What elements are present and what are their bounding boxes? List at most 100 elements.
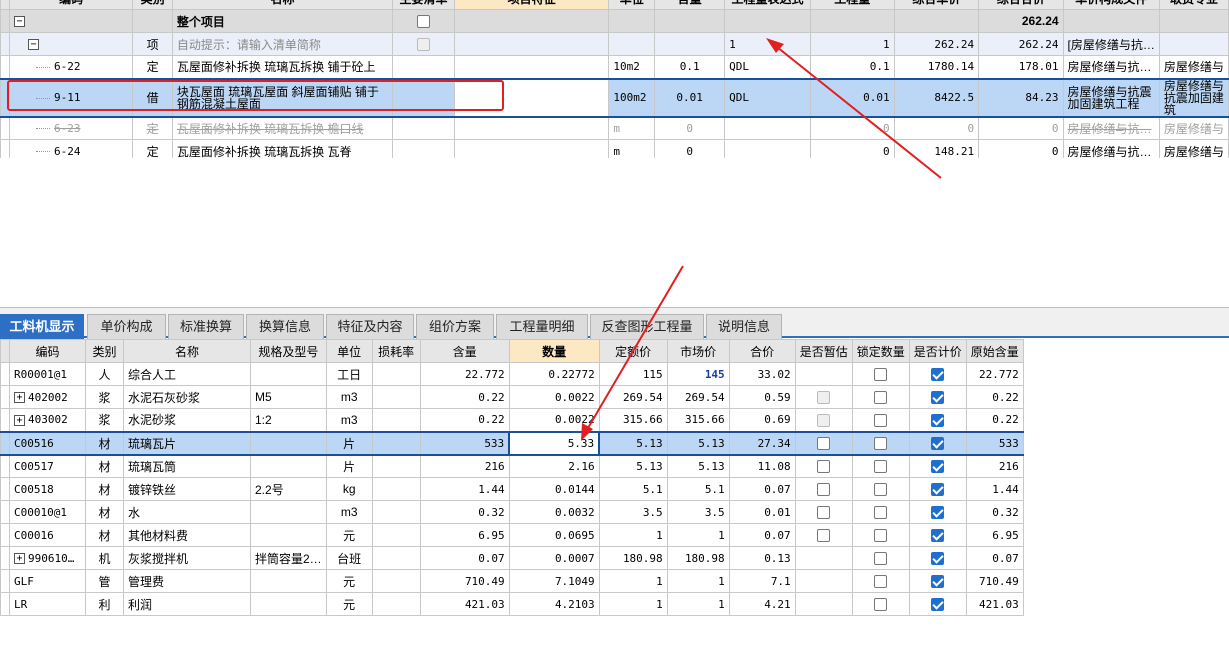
- quota-expression[interactable]: QDL: [724, 77, 811, 118]
- col-header-fee-category[interactable]: 取费专业: [1158, 0, 1229, 10]
- col-header-price-file[interactable]: 单价构成文件: [1062, 0, 1160, 10]
- item-expression[interactable]: 1: [724, 32, 811, 56]
- resource-name[interactable]: 水泥石灰砂浆: [123, 385, 251, 409]
- resource-spec[interactable]: [250, 430, 327, 456]
- resource-row[interactable]: +402002 浆水泥石灰砂浆 M5 m3 0.22 0.0022 269.54 269.54…: [0, 385, 1024, 409]
- is-priced-checkbox[interactable]: [931, 575, 945, 589]
- resource-market-price[interactable]: 5.1: [666, 477, 730, 501]
- item-name-hint[interactable]: 自动提示：请输入清单简称: [171, 32, 394, 56]
- resource-quantity[interactable]: 0.0032: [508, 500, 600, 524]
- resource-quantity[interactable]: 7.1049: [508, 569, 600, 593]
- resource-market-price[interactable]: 5.13: [666, 454, 730, 478]
- col-header-quota-price[interactable]: 定额价: [598, 339, 668, 363]
- is-estimate-checkbox[interactable]: [817, 413, 831, 427]
- col-header-loss-rate[interactable]: 损耗率: [371, 339, 421, 363]
- col-header-main-list[interactable]: 主要清单: [392, 0, 455, 10]
- tab-conversion-info[interactable]: 换算信息: [246, 314, 324, 339]
- resource-spec[interactable]: [250, 362, 327, 386]
- expand-toggle[interactable]: +: [14, 553, 25, 564]
- col-header-code[interactable]: 编码: [8, 0, 134, 10]
- col-header-expression[interactable]: 工程量表达式: [724, 0, 811, 10]
- col-header-quantity[interactable]: 工程量: [809, 0, 895, 10]
- col-header-unit-price[interactable]: 综合单价: [893, 0, 980, 10]
- resource-loss-rate[interactable]: [371, 546, 421, 570]
- col-header-is-priced[interactable]: 是否计价: [908, 339, 967, 363]
- resource-quantity[interactable]: 0.0144: [508, 477, 600, 501]
- quota-expression[interactable]: [724, 116, 811, 140]
- is-estimate-checkbox[interactable]: [817, 483, 831, 497]
- is-priced-checkbox[interactable]: [931, 368, 945, 382]
- resource-content[interactable]: 0.32: [419, 500, 510, 524]
- resource-quantity[interactable]: 0.0022: [508, 385, 600, 409]
- is-estimate-checkbox[interactable]: [817, 391, 831, 405]
- resource-content[interactable]: 0.22: [419, 385, 510, 409]
- main-list-checkbox[interactable]: [417, 38, 431, 52]
- is-estimate-checkbox[interactable]: [817, 437, 831, 451]
- resource-row[interactable]: LR 利利润元 421.03 4.2103 1 1 4.21 421.03: [0, 592, 1024, 616]
- quota-row[interactable]: 6-24 定 瓦屋面修补拆换 琉璃瓦拆换 瓦脊 m 0 0 148.21 0 房…: [0, 139, 1229, 158]
- is-priced-checkbox[interactable]: [931, 391, 945, 405]
- resource-spec[interactable]: 2.2号: [250, 477, 327, 501]
- resource-market-price[interactable]: 1: [666, 592, 730, 616]
- quota-expression[interactable]: [724, 139, 811, 158]
- is-priced-checkbox[interactable]: [931, 483, 945, 497]
- resource-row[interactable]: R00001@1 人综合人工 工日 22.772 0.22772 115 145 33.02 2…: [0, 362, 1024, 386]
- quota-name[interactable]: 瓦屋面修补拆换 琉璃瓦拆换 铺于砼上: [171, 55, 394, 79]
- resource-spec[interactable]: [250, 454, 327, 478]
- tab-description-info[interactable]: 说明信息: [706, 314, 782, 339]
- resource-loss-rate[interactable]: [371, 454, 421, 478]
- col-header-total-price[interactable]: 综合合价: [978, 0, 1064, 10]
- is-priced-checkbox[interactable]: [931, 598, 945, 612]
- resource-content[interactable]: 6.95: [419, 523, 510, 547]
- resource-market-price[interactable]: 3.5: [666, 500, 730, 524]
- tab-standard-conversion[interactable]: 标准换算: [168, 314, 244, 339]
- resource-name[interactable]: 灰浆搅拌机: [123, 546, 251, 570]
- quota-name[interactable]: 块瓦屋面 琉璃瓦屋面 斜屋面铺贴 铺于钢筋混凝土屋面: [171, 77, 394, 118]
- col-header-unit[interactable]: 单位: [325, 339, 373, 363]
- resource-content[interactable]: 0.07: [419, 546, 510, 570]
- resource-market-price[interactable]: 1: [666, 569, 730, 593]
- resource-row[interactable]: C00516 材琉璃瓦片片 533 5.33 5.13 5.13 27.34 533: [0, 430, 1024, 456]
- resource-name[interactable]: 利润: [123, 592, 251, 616]
- col-header-is-estimate[interactable]: 是否暂估: [794, 339, 853, 363]
- tab-features-contents[interactable]: 特征及内容: [326, 314, 414, 339]
- resource-name[interactable]: 琉璃瓦片: [123, 430, 251, 456]
- resource-spec[interactable]: 1:2: [250, 408, 327, 432]
- tab-unit-price-composition[interactable]: 单价构成: [87, 314, 166, 339]
- is-estimate-checkbox[interactable]: [817, 460, 831, 474]
- resource-quantity[interactable]: 0.0007: [508, 546, 600, 570]
- is-priced-checkbox[interactable]: [931, 460, 945, 474]
- resource-name[interactable]: 琉璃瓦筒: [123, 454, 251, 478]
- tab-quantity-details[interactable]: 工程量明细: [496, 314, 588, 339]
- lock-quantity-checkbox[interactable]: [874, 391, 888, 405]
- resource-row[interactable]: +403002 浆水泥砂浆 1:2 m3 0.22 0.0022 315.66 315.66 0…: [0, 408, 1024, 432]
- resource-name[interactable]: 镀锌铁丝: [123, 477, 251, 501]
- quota-expression[interactable]: QDL: [724, 55, 811, 79]
- col-header-unit[interactable]: 单位: [608, 0, 656, 10]
- resource-loss-rate[interactable]: [371, 408, 421, 432]
- resource-content[interactable]: 710.49: [419, 569, 510, 593]
- resource-content[interactable]: 533: [419, 430, 510, 456]
- resource-row[interactable]: C00518 材镀锌铁丝 2.2号 kg 1.44 0.0144 5.1 5.1 0.07 1.4…: [0, 477, 1024, 501]
- lock-quantity-checkbox[interactable]: [874, 552, 888, 566]
- resource-market-price[interactable]: 145: [666, 362, 730, 386]
- collapse-toggle[interactable]: −: [14, 16, 25, 28]
- lock-quantity-checkbox[interactable]: [874, 506, 888, 520]
- resource-name[interactable]: 水: [123, 500, 251, 524]
- resource-loss-rate[interactable]: [371, 362, 421, 386]
- resource-spec[interactable]: [250, 569, 327, 593]
- is-estimate-checkbox[interactable]: [817, 506, 831, 520]
- resource-market-price[interactable]: 5.13: [666, 430, 730, 456]
- resource-name[interactable]: 综合人工: [123, 362, 251, 386]
- resource-content[interactable]: 22.772: [419, 362, 510, 386]
- lock-quantity-checkbox[interactable]: [874, 598, 888, 612]
- quota-row[interactable]: 6-22 定 瓦屋面修补拆换 琉璃瓦拆换 铺于砼上 10m2 0.1 QDL 0…: [0, 55, 1229, 79]
- tab-reverse-graphic-quantity[interactable]: 反查图形工程量: [590, 314, 704, 339]
- resource-quantity[interactable]: 0.0022: [508, 408, 600, 432]
- tab-labor-material-machine[interactable]: 工料机显示: [0, 314, 84, 339]
- col-header-content[interactable]: 含量: [654, 0, 726, 10]
- col-header-market-price[interactable]: 市场价: [666, 339, 730, 363]
- is-priced-checkbox[interactable]: [931, 413, 945, 427]
- is-priced-checkbox[interactable]: [931, 529, 945, 543]
- resource-market-price[interactable]: 269.54: [666, 385, 730, 409]
